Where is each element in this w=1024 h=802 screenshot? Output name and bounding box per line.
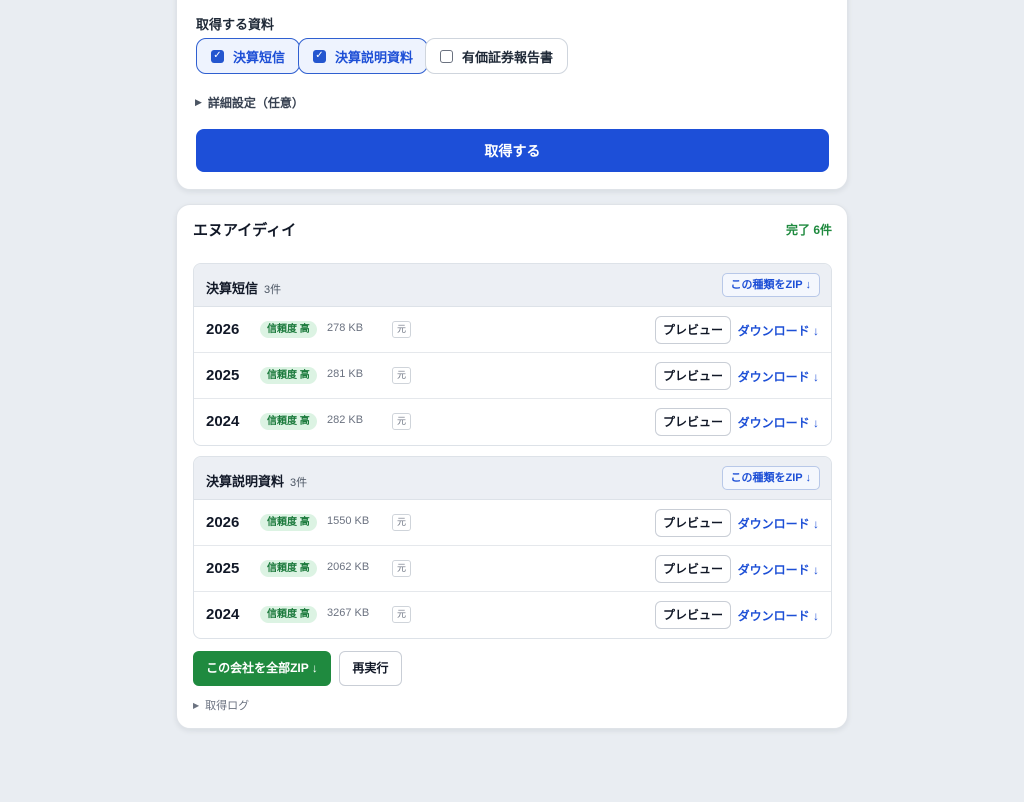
fetch-log-toggle[interactable]: ▶ 取得ログ [193, 697, 249, 713]
file-size: 278 KB [327, 322, 364, 334]
doc-type-yuho-checkbox[interactable]: 有価証券報告書 [425, 38, 569, 74]
doc-group-kessan-tanshin: 決算短信 3件 この種類をZIP ↓ 2026 信頼度 高 278 KB 元 プレ… [193, 263, 832, 446]
checkbox-checked-icon: ✓ [313, 49, 326, 63]
checkbox-checked-icon: ✓ [211, 49, 224, 63]
confidence-badge: 信頼度 高 [260, 413, 317, 430]
doc-year: 2025 [206, 367, 240, 384]
fetch-form-card: 取得する資料 ✓ 決算短信 ✓ 決算説明資料 有価証券報告書 ▶ 詳細設定（任意… [176, 0, 848, 190]
rerun-button[interactable]: 再実行 [339, 651, 402, 686]
triangle-right-icon: ▶ [195, 97, 202, 107]
confidence-badge: 信頼度 高 [260, 606, 317, 623]
file-size: 1550 KB [327, 515, 370, 527]
file-size: 282 KB [327, 414, 364, 426]
doc-group-kessan-setsumei: 決算説明資料 3件 この種類をZIP ↓ 2026 信頼度 高 1550 KB 元… [193, 456, 832, 639]
zip-type-button[interactable]: この種類をZIP ↓ [721, 273, 820, 297]
download-link[interactable]: ダウンロード ↓ [738, 561, 819, 578]
group-header: 決算説明資料 3件 この種類をZIP ↓ [194, 457, 831, 500]
file-size: 281 KB [327, 368, 364, 380]
download-link[interactable]: ダウンロード ↓ [738, 607, 819, 624]
doc-year: 2024 [206, 606, 240, 623]
group-title-text: 決算説明資料 [206, 474, 285, 489]
preview-button[interactable]: プレビュー [655, 362, 731, 390]
group-title: 決算短信 3件 [206, 278, 281, 297]
group-title: 決算説明資料 3件 [206, 471, 307, 490]
advanced-settings-label: 詳細設定（任意） [207, 96, 304, 110]
doc-year: 2026 [206, 321, 240, 338]
group-title-text: 決算短信 [206, 281, 259, 296]
preview-button[interactable]: プレビュー [655, 316, 731, 344]
checkbox-label: 決算短信 [233, 49, 286, 65]
confidence-badge: 信頼度 高 [260, 514, 317, 531]
source-link-icon[interactable]: 元 [392, 514, 411, 531]
source-link-icon[interactable]: 元 [392, 413, 411, 430]
file-size: 2062 KB [327, 561, 370, 573]
checkbox-label: 決算説明資料 [335, 49, 414, 65]
preview-button[interactable]: プレビュー [655, 408, 731, 436]
preview-button[interactable]: プレビュー [655, 601, 731, 629]
source-link-icon[interactable]: 元 [392, 606, 411, 623]
confidence-badge: 信頼度 高 [260, 560, 317, 577]
result-card: エヌアイディイ 完了 6件 決算短信 3件 この種類をZIP ↓ 2026 信頼度… [176, 204, 848, 729]
checkbox-label: 有価証券報告書 [462, 49, 554, 65]
status-badge: 完了 6件 [785, 223, 832, 237]
group-count: 3件 [290, 477, 308, 489]
fetch-log-label: 取得ログ [205, 700, 250, 712]
table-row: 2026 信頼度 高 1550 KB 元 プレビュー ダウンロード ↓ [194, 500, 831, 546]
triangle-right-icon: ▶ [193, 700, 200, 710]
download-link[interactable]: ダウンロード ↓ [738, 414, 819, 431]
table-row: 2025 信頼度 高 281 KB 元 プレビュー ダウンロード ↓ [194, 353, 831, 399]
table-row: 2024 信頼度 高 282 KB 元 プレビュー ダウンロード ↓ [194, 399, 831, 445]
advanced-settings-toggle[interactable]: ▶ 詳細設定（任意） [195, 94, 304, 111]
table-row: 2024 信頼度 高 3267 KB 元 プレビュー ダウンロード ↓ [194, 592, 831, 638]
company-all-zip-button[interactable]: この会社を全部ZIP ↓ [193, 651, 331, 686]
checkbox-unchecked-icon [440, 49, 453, 63]
table-row: 2026 信頼度 高 278 KB 元 プレビュー ダウンロード ↓ [194, 307, 831, 353]
doc-type-kessan-setsumei-checkbox[interactable]: ✓ 決算説明資料 [298, 38, 429, 74]
zip-type-button[interactable]: この種類をZIP ↓ [721, 466, 820, 490]
doc-year: 2026 [206, 514, 240, 531]
group-header: 決算短信 3件 この種類をZIP ↓ [194, 264, 831, 307]
doc-year: 2024 [206, 413, 240, 430]
doc-year: 2025 [206, 560, 240, 577]
file-size: 3267 KB [327, 607, 370, 619]
preview-button[interactable]: プレビュー [655, 555, 731, 583]
preview-button[interactable]: プレビュー [655, 509, 731, 537]
company-name: エヌアイディイ [193, 222, 297, 239]
source-link-icon[interactable]: 元 [392, 560, 411, 577]
source-link-icon[interactable]: 元 [392, 367, 411, 384]
doc-type-kessan-tanshin-checkbox[interactable]: ✓ 決算短信 [196, 38, 301, 74]
download-link[interactable]: ダウンロード ↓ [738, 515, 819, 532]
table-row: 2025 信頼度 高 2062 KB 元 プレビュー ダウンロード ↓ [194, 546, 831, 592]
group-count: 3件 [264, 284, 282, 296]
confidence-badge: 信頼度 高 [260, 367, 317, 384]
fetch-submit-button[interactable]: 取得する [196, 129, 829, 172]
doc-types-label: 取得する資料 [196, 17, 275, 32]
source-link-icon[interactable]: 元 [392, 321, 411, 338]
download-link[interactable]: ダウンロード ↓ [738, 368, 819, 385]
confidence-badge: 信頼度 高 [260, 321, 317, 338]
download-link[interactable]: ダウンロード ↓ [738, 322, 819, 339]
